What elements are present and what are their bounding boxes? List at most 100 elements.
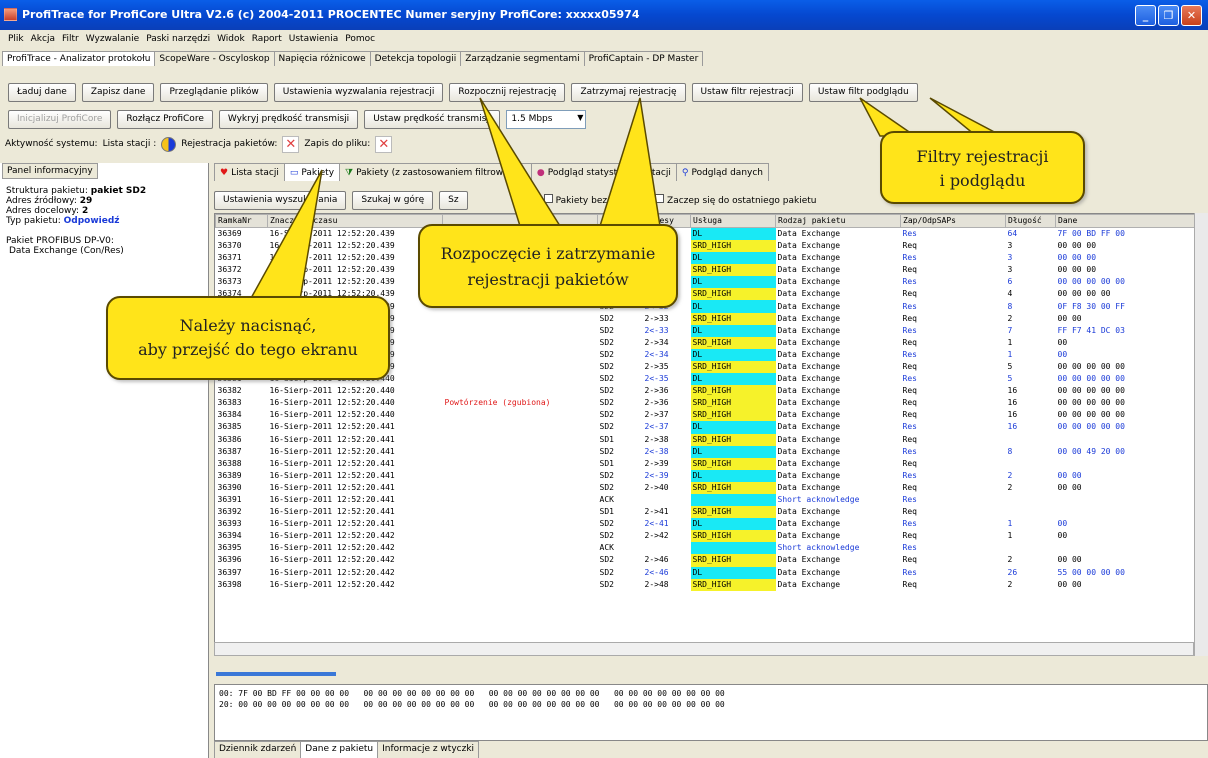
view-filter-button[interactable]: Ustaw filtr podglądu [808, 82, 918, 102]
tab-packets[interactable]: ▭ Pakiety [283, 163, 341, 181]
tab-packet-data[interactable]: Dane z pakietu [300, 741, 379, 758]
info-panel-body: Struktura pakietu: pakiet SD2 Adres źród… [2, 184, 207, 258]
table-cell: 36369 [217, 229, 242, 238]
menu-raport[interactable]: Raport [252, 34, 282, 44]
table-row[interactable]: 36386 16-Sierp-2011 12:52:20.441 SD1 2->38 S… [216, 433, 1196, 446]
menu-plik[interactable]: Plik [8, 34, 24, 44]
table-cell: Data Exchange [777, 482, 841, 492]
menu-wyzwalanie[interactable]: Wyzwalanie [86, 34, 139, 44]
table-row[interactable]: 36389 16-Sierp-2011 12:52:20.441 SD2 2<-39 D… [216, 469, 1196, 482]
table-cell: 2<-35 [644, 374, 669, 384]
table-cell [443, 337, 598, 349]
speed-select[interactable]: 1.5 Mbps ▼ [506, 109, 587, 129]
table-cell: 3 [1007, 241, 1013, 251]
close-icon[interactable]: ✕ [1181, 5, 1202, 26]
table-row[interactable]: 3636916-Sierp-2011 12:52:20.439SD22<-29D… [216, 227, 1196, 240]
table-cell: 36372 [217, 265, 242, 275]
table-row[interactable]: 36384 16-Sierp-2011 12:52:20.440 SD2 2->37 S… [216, 409, 1196, 422]
vertical-scrollbar[interactable] [1194, 213, 1208, 656]
record-filter-button[interactable]: Ustaw filtr rejestracji [691, 82, 803, 102]
stop-recording-button[interactable]: Zatrzymaj rejestrację [571, 82, 686, 102]
menu-widok[interactable]: Widok [217, 34, 245, 44]
tab-statistics[interactable]: ● Podgląd statystyk dla stacji [530, 163, 677, 181]
set-speed-button[interactable]: Ustaw prędkość transmisji [364, 109, 501, 129]
table-row[interactable]: 36391 16-Sierp-2011 12:52:20.441 ACK Short … [216, 493, 1196, 507]
browse-button[interactable]: Przeglądanie plików [160, 82, 268, 102]
start-recording-button[interactable]: Rozpocznij rejestrację [449, 82, 566, 102]
tab-topology[interactable]: Detekcja topologii [369, 51, 462, 66]
table-cell: Data Exchange [777, 374, 841, 384]
start-last-option[interactable]: Zaczep się do ostatniego pakietu [655, 194, 816, 206]
tab-segments[interactable]: Zarządzanie segmentami [460, 51, 585, 66]
table-row[interactable]: 36388 16-Sierp-2011 12:52:20.441 SD1 2->39 S… [216, 457, 1196, 470]
table-cell: Res [902, 446, 917, 456]
menu-ustawienia[interactable]: Ustawienia [289, 34, 338, 44]
tab-scopeware[interactable]: ScopeWare - Oscyloskop [154, 51, 275, 66]
table-cell: 6 [1007, 277, 1013, 287]
table-row[interactable]: 36394 16-Sierp-2011 12:52:20.442 SD2 2->42 S… [216, 530, 1196, 543]
tab-data-view[interactable]: ⚲ Podgląd danych [675, 163, 770, 181]
col-service[interactable]: Usługa [690, 214, 776, 228]
no-repeat-option[interactable]: Pakiety bez repetycji [543, 194, 649, 206]
horizontal-scrollbar[interactable] [214, 642, 1194, 656]
col-frame[interactable]: RamkaNr [215, 214, 268, 228]
info-panel-tab[interactable]: Panel informacyjny [2, 163, 98, 179]
table-row[interactable]: 36382 16-Sierp-2011 12:52:20.440 SD2 2->36 S… [216, 385, 1196, 398]
table-cell: SRD_HIGH [690, 530, 776, 543]
table-cell: 36388 [217, 458, 242, 468]
table-row[interactable]: 3637216-Sierp-2011 12:52:20.439SD22->31S… [216, 264, 1196, 277]
tab-filtered-packets[interactable]: ⧩ Pakiety (z zastosowaniem filtrowania) [339, 163, 532, 181]
table-row[interactable]: 36393 16-Sierp-2011 12:52:20.441 SD2 2<-41 D… [216, 518, 1196, 531]
menu-filtr[interactable]: Filtr [62, 34, 79, 44]
col-timestamp[interactable]: Znacznik czasu [267, 214, 443, 228]
menu-paski[interactable]: Paski narzędzi [146, 34, 210, 44]
table-row[interactable]: 36397 16-Sierp-2011 12:52:20.442 SD2 2<-46 D… [216, 566, 1196, 579]
table-row[interactable]: 3637116-Sierp-2011 12:52:20.439SD22<-30D… [216, 252, 1196, 265]
table-row[interactable]: 36383 16-Sierp-2011 12:52:20.440 Powtórzen… [216, 397, 1196, 410]
table-cell: SRD_HIGH [690, 360, 776, 374]
table-row[interactable]: 36387 16-Sierp-2011 12:52:20.441 SD2 2<-38 D… [216, 445, 1196, 458]
table-row[interactable]: 36392 16-Sierp-2011 12:52:20.441 SD1 2->41 S… [216, 506, 1196, 519]
tab-voltages[interactable]: Napięcia różnicowe [273, 51, 371, 66]
callout-start-stop-line2: rejestracji pakietów [467, 270, 629, 289]
disconnect-proficore-button[interactable]: Rozłącz ProfiCore [117, 109, 213, 129]
tab-station-list[interactable]: ♥ Lista stacji [214, 163, 285, 181]
tab-proficaptain[interactable]: ProfiCaptain - DP Master [583, 51, 704, 66]
tab-event-log[interactable]: Dziennik zdarzeń [214, 741, 302, 758]
table-cell: Req [902, 507, 917, 517]
trigger-settings-button[interactable]: Ustawienia wyzwalania rejestracji [273, 82, 444, 102]
search-settings-button[interactable]: Ustawienia wyszukiwania [214, 190, 347, 210]
save-button[interactable]: Zapisz dane [81, 82, 155, 102]
col-packet-kind[interactable]: Rodzaj pakietu [775, 214, 901, 228]
table-row[interactable]: 3637016-Sierp-2011 12:52:20.439SD22->30S… [216, 240, 1196, 253]
search-down-button[interactable]: Sz [439, 190, 468, 210]
table-cell: 00 00 00 [1057, 253, 1097, 263]
table-row[interactable]: 36395 16-Sierp-2011 12:52:20.442 ACK Short … [216, 542, 1196, 555]
restore-icon[interactable]: ❐ [1158, 5, 1179, 26]
packet-table[interactable]: RamkaNr Znacznik czasu Adresy Usługa Rod… [214, 213, 1208, 654]
table-row[interactable]: 36390 16-Sierp-2011 12:52:20.441 SD2 2->40 S… [216, 481, 1196, 494]
table-row[interactable]: 36396 16-Sierp-2011 12:52:20.442 SD2 2->46 S… [216, 554, 1196, 567]
col-data[interactable]: Dane [1055, 214, 1196, 228]
col-reqres[interactable]: Zap/OdpSAPs [900, 214, 1006, 228]
table-row[interactable]: 3637316-Sierp-2011 12:52:20.439SD22<-31D… [216, 276, 1196, 289]
menu-pomoc[interactable]: Pomoc [345, 34, 375, 44]
table-cell: 2->33 [644, 313, 669, 323]
no-repeat-checkbox[interactable] [543, 194, 553, 203]
table-cell: 2->39 [644, 458, 669, 468]
start-last-checkbox[interactable] [655, 194, 665, 203]
load-button[interactable]: Ładuj dane [8, 82, 76, 102]
table-row[interactable]: 36398 16-Sierp-2011 12:52:20.442 SD2 2->48 S… [216, 578, 1196, 591]
minimize-icon[interactable]: _ [1135, 5, 1156, 26]
tab-profitrace[interactable]: ProfiTrace - Analizator protokołu [2, 51, 156, 66]
table-cell: 00 00 00 00 00 [1057, 398, 1125, 408]
tab-plugin-info[interactable]: Informacje z wtyczki [377, 741, 480, 758]
col-length[interactable]: Długość [1005, 214, 1056, 228]
search-up-button[interactable]: Szukaj w górę [352, 190, 434, 210]
menu-akcja[interactable]: Akcja [31, 34, 55, 44]
table-row[interactable]: 36385 16-Sierp-2011 12:52:20.441 SD2 2<-37 D… [216, 421, 1196, 434]
detect-speed-button[interactable]: Wykryj prędkość transmisji [218, 109, 359, 129]
table-cell [443, 434, 598, 446]
start-last-label: Zaczep się do ostatniego pakietu [667, 196, 817, 206]
init-proficore-button[interactable]: Inicjalizuj ProfiCore [8, 109, 112, 129]
